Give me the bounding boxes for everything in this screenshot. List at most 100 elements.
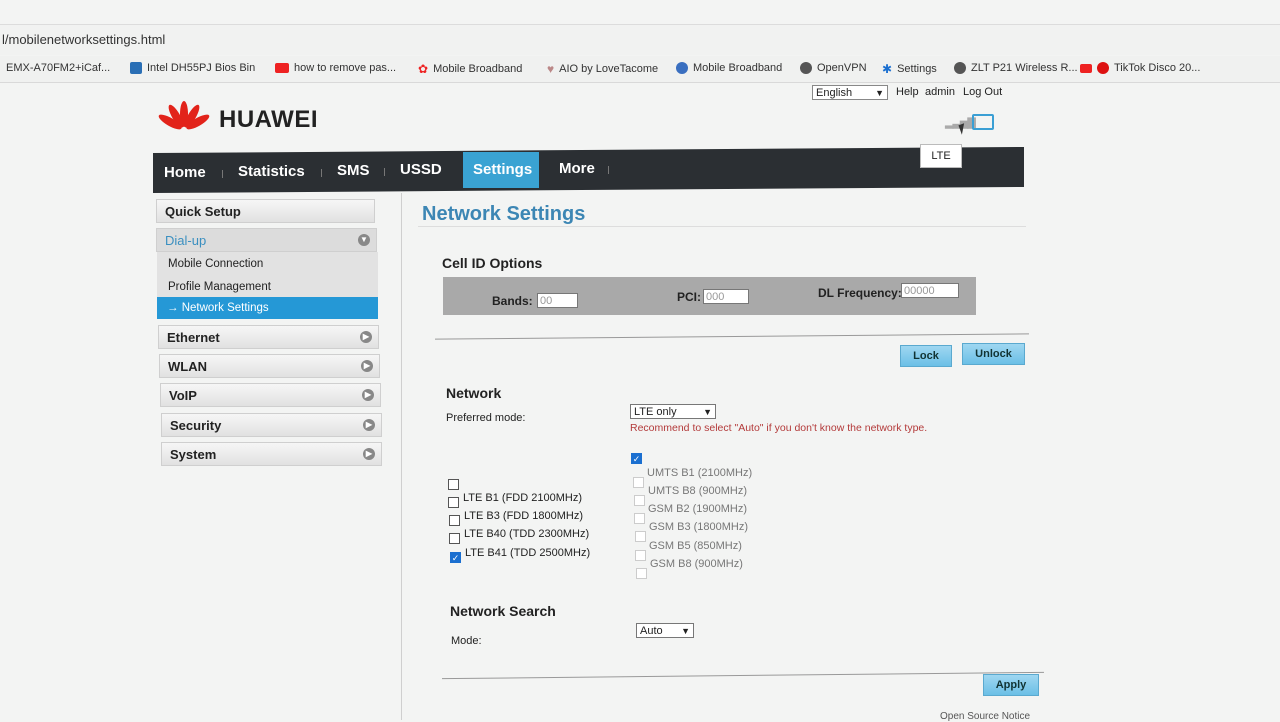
globe-icon <box>800 62 812 74</box>
nav-sms[interactable]: SMS <box>337 162 370 179</box>
other-band-checkbox[interactable] <box>635 531 646 542</box>
bookmark-8[interactable]: ✱ Settings <box>882 62 937 76</box>
bookmark-1[interactable]: EMX-A70FM2+iCaf... <box>6 62 110 74</box>
open-source-notice-link[interactable]: Open Source Notice <box>940 711 1030 722</box>
sidebar-dialup[interactable]: Dial-up ▼ <box>156 228 377 252</box>
other-band-label: UMTS B1 (2100MHz) <box>647 467 753 479</box>
gear-icon: ✱ <box>882 62 893 76</box>
cell-id-heading: Cell ID Options <box>442 255 543 271</box>
bookmark-7[interactable]: OpenVPN <box>800 62 867 74</box>
lte-band-checkbox[interactable] <box>449 533 460 544</box>
other-band-checkbox[interactable] <box>634 495 645 506</box>
bookmark-6[interactable]: Mobile Broadband <box>676 62 782 74</box>
pci-input[interactable]: 000 <box>703 289 749 304</box>
other-band-checkbox[interactable] <box>635 550 646 561</box>
sidebar-system[interactable]: System ▶ <box>161 442 382 466</box>
lte-band-label: LTE B3 (FDD 1800MHz) <box>464 510 583 522</box>
huawei-icon: ✿ <box>418 62 429 76</box>
nav-separator <box>608 166 609 174</box>
other-band-label: GSM B5 (850MHz) <box>649 540 742 552</box>
nav-home[interactable]: Home <box>164 164 206 181</box>
other-band-label: GSM B2 (1900MHz) <box>648 503 748 515</box>
sidebar-item-profile-management[interactable]: Profile Management <box>168 281 271 293</box>
lte-band-label: LTE B1 (FDD 2100MHz) <box>463 492 582 504</box>
nav-settings[interactable]: Settings <box>473 161 532 178</box>
other-band-label: GSM B8 (900MHz) <box>650 558 743 570</box>
sidebar-item-mobile-connection[interactable]: Mobile Connection <box>168 258 263 270</box>
url-text[interactable]: l/mobilenetworksettings.html <box>2 32 165 47</box>
brand-name: HUAWEI <box>219 106 318 133</box>
nav-ussd[interactable]: USSD <box>400 161 442 178</box>
select-all-other-checkbox[interactable]: ✓ <box>631 453 642 464</box>
lock-button[interactable]: Lock <box>900 345 952 367</box>
pci-label: PCI: <box>677 290 701 304</box>
connection-monitor-icon <box>972 114 994 130</box>
address-bar[interactable] <box>0 24 1280 55</box>
lte-band-label: LTE B40 (TDD 2300MHz) <box>464 528 590 540</box>
globe-icon <box>676 62 688 74</box>
nav-more[interactable]: More <box>559 160 595 177</box>
bookmark-3[interactable]: how to remove pas... <box>275 62 396 74</box>
admin-link[interactable]: admin <box>925 86 955 98</box>
chevron-down-icon: ▼ <box>703 407 712 417</box>
huawei-logo: HUAWEI <box>157 100 318 140</box>
nav-separator <box>321 169 322 177</box>
other-band-checkbox[interactable] <box>636 568 647 579</box>
language-select[interactable]: English ▼ <box>812 85 888 100</box>
sidebar-security[interactable]: Security ▶ <box>161 413 382 437</box>
other-band-label: GSM B3 (1800MHz) <box>649 521 749 533</box>
network-search-heading: Network Search <box>450 603 556 619</box>
huawei-petal-icon <box>158 101 210 130</box>
title-underline <box>418 226 1026 227</box>
expand-icon: ▶ <box>361 360 373 372</box>
page-icon <box>130 62 142 74</box>
search-mode-select[interactable]: Auto ▼ <box>636 623 694 638</box>
help-link[interactable]: Help <box>896 86 919 98</box>
sidebar-quick-setup[interactable]: Quick Setup <box>156 199 375 223</box>
select-all-lte-checkbox[interactable] <box>448 479 459 490</box>
sidebar-wlan[interactable]: WLAN ▶ <box>159 354 380 378</box>
sidebar-ethernet[interactable]: Ethernet ▶ <box>158 325 379 349</box>
nav-statistics[interactable]: Statistics <box>238 163 305 180</box>
youtube-icon <box>1080 63 1092 73</box>
nav-separator <box>384 168 385 176</box>
page-title: Network Settings <box>422 203 586 225</box>
arrow-icon: → <box>167 302 179 314</box>
heart-icon: ♥ <box>547 62 555 76</box>
dl-frequency-input[interactable]: 00000 <box>901 283 959 298</box>
unlock-button[interactable]: Unlock <box>962 343 1025 365</box>
lte-band-checkbox[interactable] <box>448 497 459 508</box>
preferred-mode-select[interactable]: LTE only ▼ <box>630 404 716 419</box>
bookmark-2[interactable]: Intel DH55PJ Bios Bin <box>130 62 255 74</box>
lte-band-label: LTE B41 (TDD 2500MHz) <box>465 547 591 559</box>
dl-frequency-label: DL Frequency: <box>818 286 902 300</box>
logout-link[interactable]: Log Out <box>963 86 1002 98</box>
chevron-down-icon: ▼ <box>875 88 884 98</box>
network-type-tooltip: LTE <box>920 144 962 168</box>
bands-input[interactable]: 00 <box>537 293 578 308</box>
bands-label: Bands: <box>492 294 533 308</box>
other-band-checkbox[interactable] <box>633 477 644 488</box>
mode-warning-text: Recommend to select "Auto" if you don't … <box>630 422 928 434</box>
bookmark-5[interactable]: ♥ AIO by LoveTacome <box>547 62 658 76</box>
separator <box>435 333 1029 340</box>
preferred-mode-label: Preferred mode: <box>446 412 526 424</box>
search-mode-label: Mode: <box>451 635 482 647</box>
content-divider <box>401 193 402 720</box>
separator <box>442 671 1044 680</box>
sidebar-item-network-settings[interactable]: → Network Settings <box>157 297 378 319</box>
sidebar-voip[interactable]: VoIP ▶ <box>160 383 381 407</box>
nav-separator <box>222 170 223 178</box>
lte-band-checkbox[interactable]: ✓ <box>450 552 461 563</box>
lte-band-checkbox[interactable] <box>449 515 460 526</box>
chevron-down-icon: ▼ <box>681 626 690 636</box>
expand-icon: ▶ <box>363 419 375 431</box>
other-band-checkbox[interactable] <box>634 513 645 524</box>
expand-icon: ▶ <box>362 389 374 401</box>
tiktok-icon <box>1097 62 1109 74</box>
bookmark-4[interactable]: ✿ Mobile Broadband <box>418 62 522 76</box>
apply-button[interactable]: Apply <box>983 674 1039 696</box>
expand-icon: ▶ <box>360 331 372 343</box>
bookmark-9[interactable]: ZLT P21 Wireless R... <box>954 62 1078 74</box>
bookmark-10[interactable]: TikTok Disco 20... <box>1080 62 1200 74</box>
